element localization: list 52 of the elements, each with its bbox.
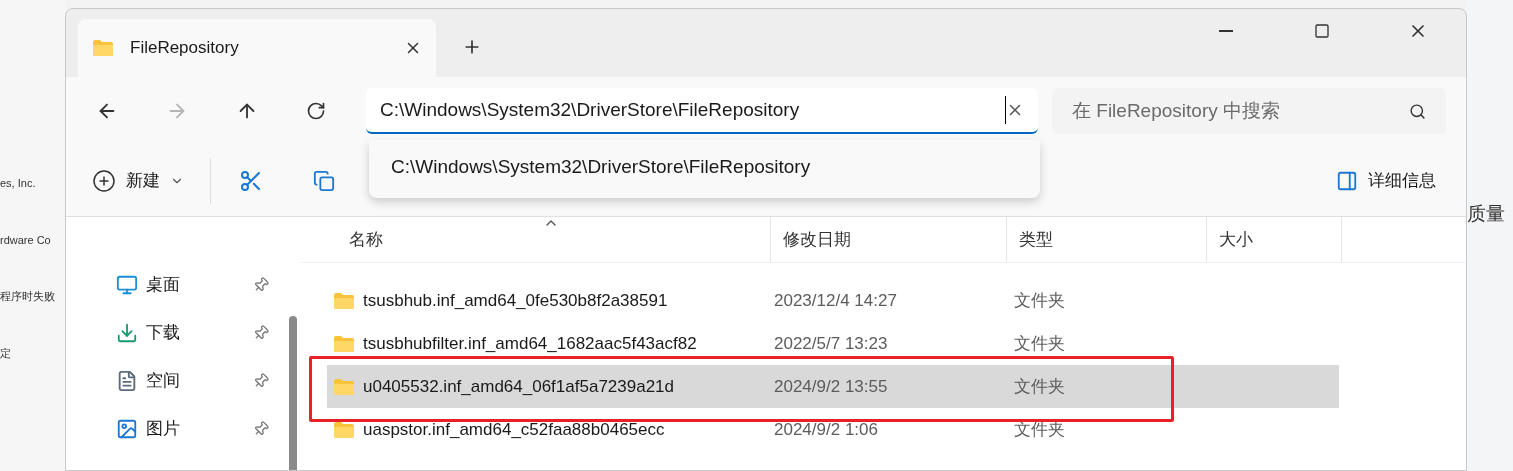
details-button[interactable]: 详细信息 (1336, 167, 1436, 194)
scrollbar[interactable] (289, 316, 297, 470)
sidebar-item[interactable]: 下载 (116, 309, 269, 357)
tab[interactable]: FileRepository (78, 19, 436, 77)
picture-icon (116, 418, 138, 440)
modified-date: 2023/12/4 14:27 (773, 289, 898, 312)
background-text: es, Inc. (0, 176, 37, 191)
column-header[interactable]: 类型 (1007, 217, 1207, 262)
folder-icon (92, 39, 114, 57)
cut-icon[interactable] (239, 168, 263, 193)
modified-date: 2022/5/7 13:23 (773, 332, 889, 355)
column-header[interactable]: 修改日期 (771, 217, 1007, 262)
folder-icon (333, 377, 355, 396)
modified-date: 2024/9/2 1:06 (773, 418, 879, 441)
folder-icon (333, 291, 355, 310)
file-name: u0405532.inf_amd64_06f1af5a7239a21d (363, 375, 674, 398)
file-type: 文件夹 (1014, 332, 1065, 355)
suggestion-item[interactable]: C:\Windows\System32\DriverStore\FileRepository (369, 140, 1040, 194)
document-icon (116, 370, 138, 392)
desktop-icon (116, 274, 138, 296)
file-row[interactable]: tsusbhub.inf_amd64_0fe530b8f2a38591 2023/12/4 14:27 文件夹 (327, 279, 1339, 322)
file-type: 文件夹 (1014, 289, 1065, 312)
file-row[interactable]: tsusbhubfilter.inf_amd64_1682aac5f43acf82 2022/5/7 13:23 文件夹 (327, 322, 1339, 365)
address-field[interactable]: C:\Windows\System32\DriverStore\FileRepository (366, 88, 1038, 134)
file-type: 文件夹 (1014, 375, 1065, 398)
refresh-icon[interactable] (306, 101, 326, 121)
modified-date: 2024/9/2 13:55 (773, 375, 889, 398)
file-name: tsusbhubfilter.inf_amd64_1682aac5f43acf82 (363, 332, 697, 355)
file-row[interactable]: u0405532.inf_amd64_06f1af5a7239a21d 2024/9/2 13:55 文件夹 (327, 365, 1339, 408)
background-text: 质量 (1467, 203, 1505, 224)
background-text: 程序时失败 (0, 289, 56, 304)
maximize-icon (1314, 23, 1330, 39)
sidebar-item[interactable]: 桌面 (116, 261, 269, 309)
minimize-icon (1219, 30, 1233, 32)
file-type: 文件夹 (1014, 418, 1065, 441)
column-header[interactable]: 名称 (301, 217, 771, 262)
copy-icon[interactable] (313, 169, 335, 192)
search-icon[interactable] (1409, 102, 1426, 120)
sidebar-item[interactable]: 空间 (116, 357, 269, 405)
file-name: tsusbhub.inf_amd64_0fe530b8f2a38591 (363, 289, 668, 312)
column-header[interactable]: 大小 (1207, 217, 1342, 262)
file-name: uaspstor.inf_amd64_c52faa88b0465ecc (363, 418, 665, 441)
new-button[interactable]: 新建 (92, 160, 184, 201)
plus-circle-icon (92, 168, 116, 193)
file-row[interactable]: uaspstor.inf_amd64_c52faa88b0465ecc 2024/9/2 1:06 文件夹 (327, 408, 1339, 451)
folder-icon (333, 334, 355, 353)
background-text: 定 (0, 345, 12, 361)
sidebar-item[interactable]: 图片 (116, 405, 269, 453)
details-pane-icon (1336, 169, 1358, 192)
background-text: rdware Co (0, 232, 52, 248)
download-icon (116, 322, 138, 344)
search-field[interactable]: 在 FileRepository 中搜索 (1052, 88, 1446, 134)
